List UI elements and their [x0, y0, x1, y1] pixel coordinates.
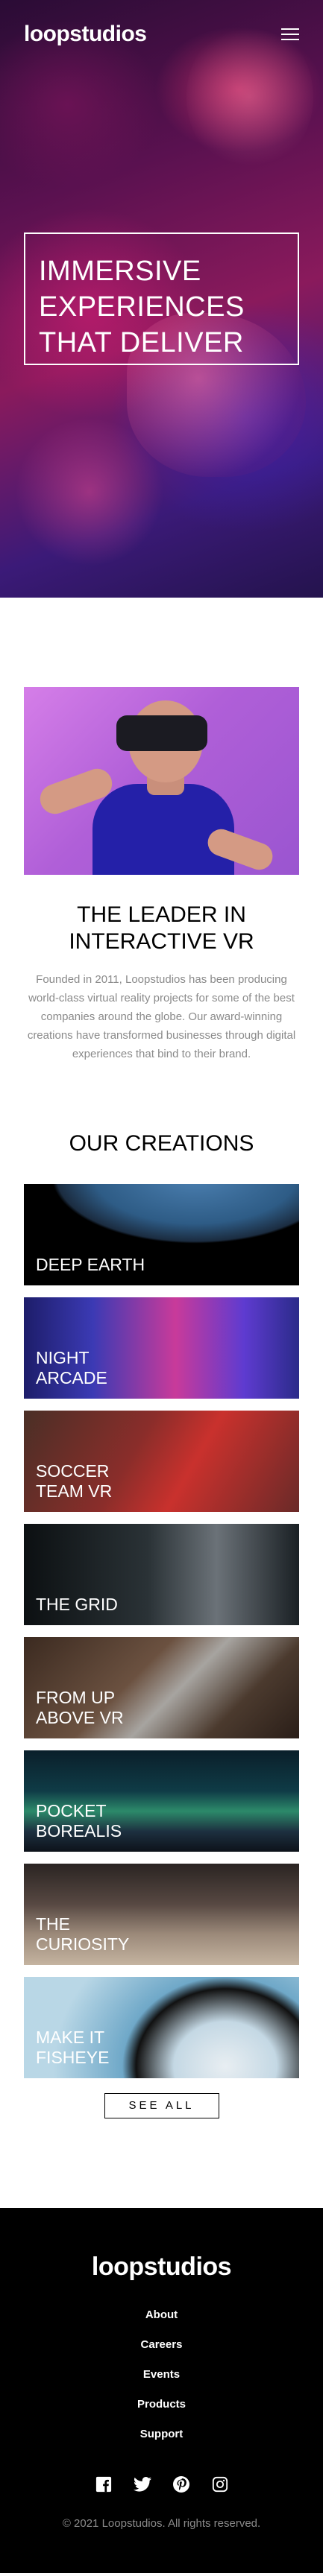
site-header: loopstudios: [24, 21, 299, 48]
vr-headset-icon: [116, 715, 207, 751]
about-text: Founded in 2011, Loopstudios has been pr…: [27, 973, 296, 1060]
facebook-icon[interactable]: [95, 2475, 113, 2493]
creation-label: Night arcade: [36, 1348, 107, 1387]
hero-title: Immersive experiences that deliver: [39, 256, 245, 358]
creation-card-the-curiosity[interactable]: The curiosity: [24, 1864, 299, 1965]
creation-label: Make it fisheye: [36, 2028, 110, 2067]
social-links: [24, 2475, 299, 2493]
creation-label: Pocket borealis: [36, 1801, 122, 1841]
creations-section: Our creations Deep earth Night arcade So…: [0, 1063, 323, 2118]
creation-card-the-grid[interactable]: The grid: [24, 1524, 299, 1625]
creation-card-deep-earth[interactable]: Deep earth: [24, 1184, 299, 1285]
about-title: The leader in interactive VR: [69, 902, 254, 954]
hero-title-box: Immersive experiences that deliver: [24, 232, 299, 365]
footer-link-careers[interactable]: Careers: [141, 2335, 183, 2355]
creation-label: Soccer team VR: [36, 1461, 113, 1501]
creation-card-soccer-team-vr[interactable]: Soccer team VR: [24, 1411, 299, 1512]
creation-card-from-up-above-vr[interactable]: From up above VR: [24, 1637, 299, 1738]
footer-link-about[interactable]: About: [145, 2306, 178, 2325]
copyright-text: © 2021 Loopstudios. All rights reserved.: [62, 2517, 261, 2530]
see-all-button[interactable]: See all: [104, 2093, 219, 2118]
footer-link-products[interactable]: Products: [137, 2395, 186, 2414]
creation-card-pocket-borealis[interactable]: Pocket borealis: [24, 1750, 299, 1852]
footer-link-events[interactable]: Events: [143, 2365, 180, 2384]
footer-nav: About Careers Events Products Support: [24, 2306, 299, 2444]
hero-image-highlight: [15, 417, 164, 566]
about-section: The leader in interactive VR Founded in …: [0, 598, 323, 1063]
creation-label: The grid: [36, 1595, 118, 1614]
creation-label: The curiosity: [36, 1914, 130, 1954]
creations-title: Our creations: [69, 1131, 254, 1156]
footer-link-support[interactable]: Support: [140, 2425, 184, 2444]
creation-card-make-it-fisheye[interactable]: Make it fisheye: [24, 1977, 299, 2078]
footer-logo[interactable]: loopstudios: [24, 2253, 299, 2282]
hamburger-menu-icon[interactable]: [281, 28, 299, 40]
instagram-icon[interactable]: [211, 2475, 229, 2493]
creations-list: Deep earth Night arcade Soccer team VR T…: [24, 1184, 299, 2078]
creation-label: Deep earth: [36, 1255, 145, 1274]
logo[interactable]: loopstudios: [24, 22, 147, 47]
pinterest-icon[interactable]: [172, 2475, 190, 2493]
hero-section: loopstudios Immersive experiences that d…: [0, 0, 323, 598]
twitter-icon[interactable]: [133, 2475, 151, 2493]
vr-image: [24, 687, 299, 875]
creation-label: From up above VR: [36, 1688, 124, 1727]
creation-card-night-arcade[interactable]: Night arcade: [24, 1297, 299, 1399]
site-footer: loopstudios About Careers Events Product…: [0, 2208, 323, 2573]
